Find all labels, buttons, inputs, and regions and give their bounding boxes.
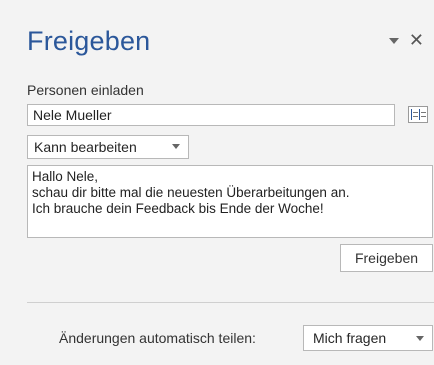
chevron-down-icon bbox=[172, 144, 180, 149]
share-pane: Freigeben ✕ Personen einladen Nele Muell… bbox=[0, 0, 434, 365]
auto-share-selected-value: Mich fragen bbox=[313, 330, 387, 346]
address-book-icon[interactable] bbox=[408, 106, 428, 123]
invite-name-input[interactable]: Nele Mueller bbox=[27, 104, 395, 126]
address-book-page-left bbox=[411, 109, 419, 120]
invite-people-label: Personen einladen bbox=[27, 82, 144, 98]
divider bbox=[27, 302, 434, 303]
auto-share-label: Änderungen automatisch teilen: bbox=[59, 330, 256, 346]
pane-controls: ✕ bbox=[388, 31, 424, 49]
auto-share-dropdown[interactable]: Mich fragen bbox=[303, 325, 433, 351]
address-book-page-right bbox=[419, 109, 427, 120]
chevron-down-icon bbox=[416, 336, 424, 341]
message-textarea[interactable]: Hallo Nele, schau dir bitte mal die neue… bbox=[27, 165, 433, 238]
pane-title: Freigeben bbox=[27, 26, 151, 56]
chevron-down-icon[interactable] bbox=[388, 38, 399, 44]
permission-selected-value: Kann bearbeiten bbox=[34, 139, 137, 155]
permission-dropdown[interactable]: Kann bearbeiten bbox=[27, 135, 189, 159]
share-button[interactable]: Freigeben bbox=[340, 244, 433, 272]
close-icon[interactable]: ✕ bbox=[409, 31, 424, 49]
